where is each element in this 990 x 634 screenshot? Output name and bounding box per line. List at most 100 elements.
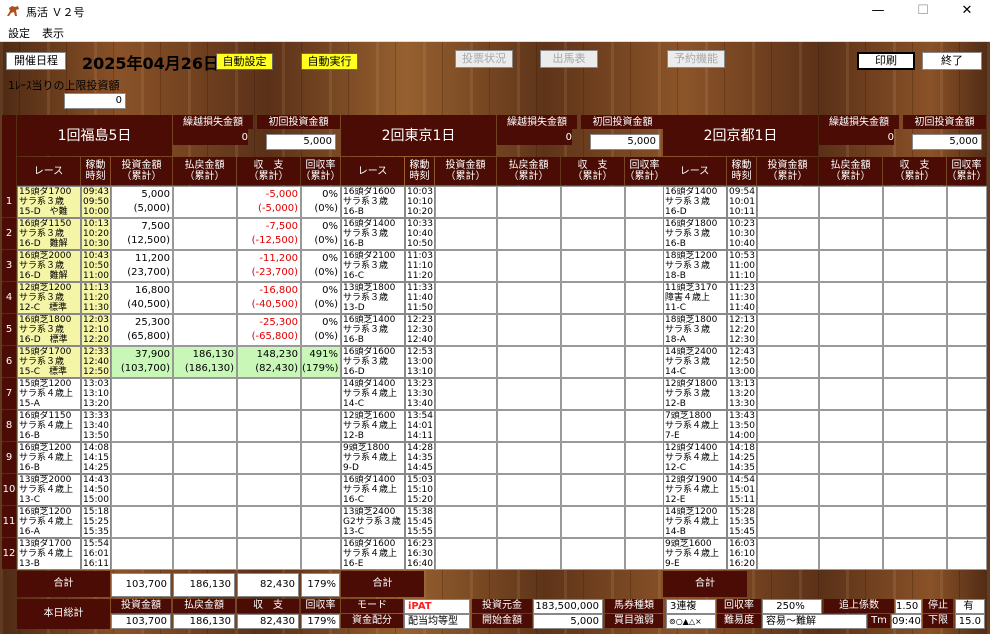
race-info-fukushima[interactable]: 16頭芝2000 サラ系３歳 16-D 難解 bbox=[17, 250, 81, 282]
race-info-fukushima[interactable]: 16頭芝1200 サラ系４歳上 16-A bbox=[17, 506, 81, 538]
alloc-value: 配当均等型 bbox=[404, 614, 470, 629]
auto-setting-button[interactable]: 自動設定 bbox=[216, 53, 273, 70]
cell-bal-tokyo bbox=[561, 346, 625, 378]
cell-pay-kyoto bbox=[819, 506, 883, 538]
race-time-kyoto: 09:54 10:01 10:11 bbox=[727, 186, 757, 218]
race-info-kyoto[interactable]: 12頭ダ1900 サラ系４歳上 12-E bbox=[663, 474, 727, 506]
cell-inv-fukushima: 5,000 (5,000) bbox=[111, 186, 173, 218]
col-header-tokyo-rate: 回収率 （累計） bbox=[625, 157, 665, 185]
race-info-fukushima[interactable]: 16頭芝1800 サラ系３歳 16-D 標準 bbox=[17, 314, 81, 346]
cell-inv-fukushima bbox=[111, 442, 173, 474]
auto-run-button[interactable]: 自動実行 bbox=[301, 53, 358, 70]
tokyo-total-label: 合計 bbox=[341, 571, 424, 597]
limit-input[interactable]: 0 bbox=[64, 93, 126, 109]
menu-settings[interactable]: 設定 bbox=[8, 25, 30, 41]
schedule-button[interactable]: 開催日程 bbox=[6, 52, 66, 70]
race-info-kyoto[interactable]: 12頭ダ1800 サラ系３歳 12-B bbox=[663, 378, 727, 410]
race-info-tokyo[interactable]: 13頭芝2400 G2サラ系３歳 13-C bbox=[341, 506, 405, 538]
cell-bal-fukushima bbox=[237, 506, 301, 538]
race-info-tokyo[interactable]: 12頭芝1600 サラ系４歳上 12-B bbox=[341, 410, 405, 442]
race-info-tokyo[interactable]: 14頭ダ1400 サラ系４歳上 14-C bbox=[341, 378, 405, 410]
entries-button[interactable]: 出馬表 bbox=[540, 50, 598, 68]
loss-label-kyoto: 繰越損失金額 bbox=[819, 115, 899, 129]
race-info-fukushima[interactable]: 15頭ダ1700 サラ系３歳 15-D や難 bbox=[17, 186, 81, 218]
race-info-kyoto[interactable]: 12頭ダ1400 サラ系４歳上 12-C bbox=[663, 442, 727, 474]
race-info-tokyo[interactable]: 16頭芝1400 サラ系３歳 16-B bbox=[341, 314, 405, 346]
vote-status-button[interactable]: 投票状況 bbox=[455, 50, 513, 68]
cell-inv-kyoto bbox=[757, 250, 819, 282]
limit-label: 1ﾚｰｽ当りの上限投資額 bbox=[8, 79, 120, 92]
cell-pay-tokyo bbox=[497, 218, 561, 250]
cell-rate-kyoto bbox=[947, 410, 987, 442]
reserve-button[interactable]: 予約機能 bbox=[667, 50, 725, 68]
race-number: 5 bbox=[2, 314, 16, 345]
cell-inv-fukushima: 7,500 (12,500) bbox=[111, 218, 173, 250]
maximize-button[interactable]: ☐ bbox=[900, 0, 946, 22]
race-info-tokyo[interactable]: 16頭ダ1600 サラ系４歳上 16-E bbox=[341, 538, 405, 570]
cell-inv-kyoto bbox=[757, 506, 819, 538]
race-info-kyoto[interactable]: 14頭芝2400 サラ系３歳 14-C bbox=[663, 346, 727, 378]
menu-view[interactable]: 表示 bbox=[42, 25, 64, 41]
race-date: 2025年04月26日 bbox=[82, 54, 220, 73]
race-info-kyoto[interactable]: 9頭芝1600 サラ系４歳上 9-E bbox=[663, 538, 727, 570]
race-info-tokyo[interactable]: 13頭芝1800 サラ系３歳 13-D bbox=[341, 282, 405, 314]
race-info-kyoto[interactable]: 16頭ダ1400 サラ系３歳 16-D bbox=[663, 186, 727, 218]
cell-bal-kyoto bbox=[883, 538, 947, 570]
cell-inv-fukushima bbox=[111, 378, 173, 410]
cell-bal-tokyo bbox=[561, 282, 625, 314]
race-info-tokyo[interactable]: 9頭芝1800 サラ系４歳上 9-D bbox=[341, 442, 405, 474]
init-input-kyoto[interactable]: 5,000 bbox=[912, 134, 982, 150]
stop-value: 有 bbox=[955, 599, 985, 614]
race-time-tokyo: 12:53 13:00 13:10 bbox=[405, 346, 435, 378]
print-button[interactable]: 印刷 bbox=[857, 52, 915, 70]
race-info-fukushima[interactable]: 13頭芝2000 サラ系４歳上 13-C bbox=[17, 474, 81, 506]
race-info-kyoto[interactable]: 18頭芝1800 サラ系３歳 18-A bbox=[663, 314, 727, 346]
today-balance: 82,430 bbox=[237, 614, 299, 629]
race-info-fukushima[interactable]: 16頭ダ1150 サラ系３歳 16-D 難解 bbox=[17, 218, 81, 250]
cell-pay-kyoto bbox=[819, 186, 883, 218]
race-info-tokyo[interactable]: 16頭ダ1400 サラ系４歳上 16-C bbox=[341, 474, 405, 506]
race-info-tokyo[interactable]: 16頭ダ1600 サラ系３歳 16-D bbox=[341, 346, 405, 378]
minimize-button[interactable]: — bbox=[855, 0, 901, 22]
alloc-label: 資金配分 bbox=[341, 614, 403, 628]
cell-bal-fukushima bbox=[237, 410, 301, 442]
close-button[interactable]: ✕ bbox=[944, 0, 990, 22]
cell-bal-kyoto bbox=[883, 378, 947, 410]
cell-bal-kyoto bbox=[883, 218, 947, 250]
race-info-kyoto[interactable]: 7頭芝1800 サラ系４歳上 7-E bbox=[663, 410, 727, 442]
init-input-fukushima[interactable]: 5,000 bbox=[266, 134, 336, 150]
race-info-fukushima[interactable]: 16頭芝1200 サラ系４歳上 16-B bbox=[17, 442, 81, 474]
cell-inv-tokyo bbox=[435, 218, 497, 250]
race-info-tokyo[interactable]: 16頭ダ2100 サラ系３歳 16-C bbox=[341, 250, 405, 282]
cell-pay-kyoto bbox=[819, 346, 883, 378]
race-info-kyoto[interactable]: 16頭ダ1800 サラ系３歳 16-B bbox=[663, 218, 727, 250]
race-info-fukushima[interactable]: 13頭ダ1700 サラ系４歳上 13-B bbox=[17, 538, 81, 570]
race-info-tokyo[interactable]: 16頭ダ1400 サラ系３歳 16-B bbox=[341, 218, 405, 250]
loss-label-tokyo: 繰越損失金額 bbox=[497, 115, 577, 129]
col-header-kyoto-active: 稼動 時刻 bbox=[727, 157, 756, 185]
cell-inv-tokyo bbox=[435, 474, 497, 506]
tm-label: Tm bbox=[868, 614, 890, 628]
race-info-kyoto[interactable]: 11頭芝3170 障害４歳上 11-C bbox=[663, 282, 727, 314]
race-info-fukushima[interactable]: 16頭ダ1150 サラ系４歳上 16-B bbox=[17, 410, 81, 442]
col-header-fukushima-race: レース bbox=[17, 157, 80, 185]
mode-label: モード bbox=[341, 599, 403, 613]
race-info-tokyo[interactable]: 16頭ダ1600 サラ系３歳 16-B bbox=[341, 186, 405, 218]
race-info-kyoto[interactable]: 18頭芝1200 サラ系３歳 18-B bbox=[663, 250, 727, 282]
cell-pay-kyoto bbox=[819, 314, 883, 346]
cell-bal-fukushima bbox=[237, 442, 301, 474]
init-input-tokyo[interactable]: 5,000 bbox=[590, 134, 660, 150]
race-info-fukushima[interactable]: 15頭芝1200 サラ系４歳上 15-A bbox=[17, 378, 81, 410]
cell-inv-tokyo bbox=[435, 442, 497, 474]
cell-bal-kyoto bbox=[883, 410, 947, 442]
race-info-fukushima[interactable]: 15頭ダ1700 サラ系３歳 15-C 標準 bbox=[17, 346, 81, 378]
race-info-kyoto[interactable]: 14頭芝1200 サラ系４歳上 14-B bbox=[663, 506, 727, 538]
cell-rate-tokyo bbox=[625, 282, 665, 314]
race-time-fukushima: 10:13 10:20 10:30 bbox=[81, 218, 111, 250]
col-header-kyoto-invest: 投資金額 （累計） bbox=[757, 157, 818, 185]
exit-button[interactable]: 終了 bbox=[922, 52, 982, 70]
race-number: 3 bbox=[2, 250, 16, 281]
cell-pay-fukushima bbox=[173, 314, 237, 346]
race-info-fukushima[interactable]: 12頭芝1200 サラ系３歳 12-C 標準 bbox=[17, 282, 81, 314]
col-header-tokyo-payout: 払戻金額 （累計） bbox=[497, 157, 560, 185]
